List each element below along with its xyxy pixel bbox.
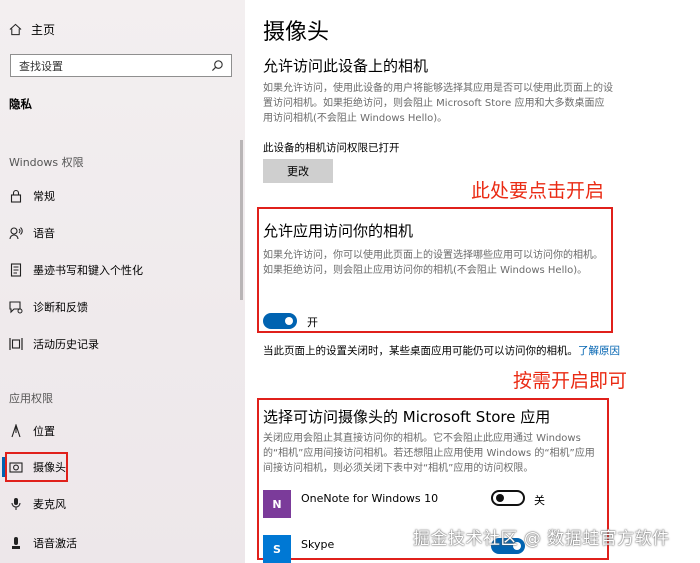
sidebar-item-inking[interactable]: 墨迹书写和键入个性化	[0, 257, 240, 283]
timeline-icon	[9, 337, 23, 351]
sidebar-item-microphone[interactable]: 麦克风	[0, 491, 240, 517]
search-icon[interactable]	[211, 59, 224, 72]
voice-activation-icon	[9, 536, 23, 550]
sidebar-item-label: 常规	[33, 190, 55, 203]
speech-icon	[9, 226, 23, 240]
home-icon	[9, 23, 22, 35]
location-icon	[9, 424, 23, 438]
app-name-skype: Skype	[301, 538, 335, 551]
sidebar-item-general[interactable]: 常规	[0, 183, 240, 209]
change-button[interactable]: 更改	[263, 159, 333, 183]
sidebar-item-label: 语音	[33, 227, 55, 240]
main-content: 摄像头 允许访问此设备上的相机 如果允许访问，使用此设备的用户将能够选择其应用是…	[245, 0, 700, 563]
onenote-camera-toggle[interactable]	[491, 490, 525, 506]
sidebar-item-activity[interactable]: 活动历史记录	[0, 331, 240, 357]
sidebar-item-label: 位置	[33, 425, 55, 438]
nav-home[interactable]: 主页	[9, 20, 55, 38]
allow-apps-toggle[interactable]	[263, 313, 297, 329]
lock-icon	[9, 189, 23, 203]
page-category: 隐私	[9, 97, 32, 111]
sidebar-item-label: 麦克风	[33, 498, 66, 511]
microphone-icon	[9, 497, 23, 511]
annotation-click-enable: 此处要点击开启	[471, 180, 605, 202]
annotation-enable-as-needed: 按需开启即可	[513, 370, 628, 392]
sidebar-item-voice-activation[interactable]: 语音激活	[0, 530, 240, 556]
section1-heading: 允许访问此设备上的相机	[263, 57, 429, 75]
note-desktop-apps: 当此页面上的设置关闭时，某些桌面应用可能仍可以访问你的相机。了解原因	[263, 344, 693, 359]
onenote-toggle-label: 关	[534, 494, 545, 507]
sidebar-item-speech[interactable]: 语音	[0, 220, 240, 246]
onenote-icon: N	[263, 490, 291, 518]
sidebar-item-location[interactable]: 位置	[0, 418, 240, 444]
section3-desc: 关闭应用会阻止其直接访问你的相机。它不会阻止此应用通过 Windows 的“相机…	[263, 433, 595, 474]
diagnostics-icon	[9, 300, 23, 314]
sidebar-item-label: 墨迹书写和键入个性化	[33, 264, 143, 277]
note-text: 当此页面上的设置关闭时，某些桌面应用可能仍可以访问你的相机。	[263, 345, 578, 357]
section1-desc: 如果允许访问，使用此设备的用户将能够选择其应用是否可以使用此页面上的设置访问相机…	[263, 83, 613, 124]
scrollbar[interactable]	[240, 140, 243, 300]
search-placeholder: 查找设置	[19, 59, 63, 73]
sidebar-item-label: 诊断和反馈	[33, 301, 88, 314]
skype-icon: S	[263, 535, 291, 563]
section2-heading: 允许应用访问你的相机	[263, 222, 414, 240]
page-title: 摄像头	[263, 20, 330, 45]
section3-heading: 选择可访问摄像头的 Microsoft Store 应用	[263, 408, 551, 426]
search-input[interactable]: 查找设置	[10, 54, 232, 77]
app-name-onenote: OneNote for Windows 10	[301, 492, 439, 505]
sidebar-item-label: 语音激活	[33, 537, 77, 550]
nav-home-label: 主页	[31, 22, 56, 37]
group-label-apps: 应用权限	[9, 392, 53, 405]
inking-icon	[9, 263, 23, 277]
camera-access-status: 此设备的相机访问权限已打开	[263, 142, 400, 154]
sidebar-item-label: 活动历史记录	[33, 338, 99, 351]
allow-apps-toggle-label: 开	[307, 316, 318, 329]
section2-desc: 如果允许访问，你可以使用此页面上的设置选择哪些应用可以访问你的相机。如果拒绝访问…	[263, 250, 603, 276]
learn-why-link[interactable]: 了解原因	[578, 345, 620, 357]
watermark: 掘金技术社区 @ 数据蛙官方软件	[413, 529, 670, 549]
sidebar-item-diagnostics[interactable]: 诊断和反馈	[0, 294, 240, 320]
sidebar: 主页 查找设置 隐私 Windows 权限 常规 语音 墨迹书写和键入个性化 诊…	[0, 0, 245, 563]
highlight-box-camera	[5, 452, 68, 482]
group-label-windows: Windows 权限	[9, 156, 84, 169]
